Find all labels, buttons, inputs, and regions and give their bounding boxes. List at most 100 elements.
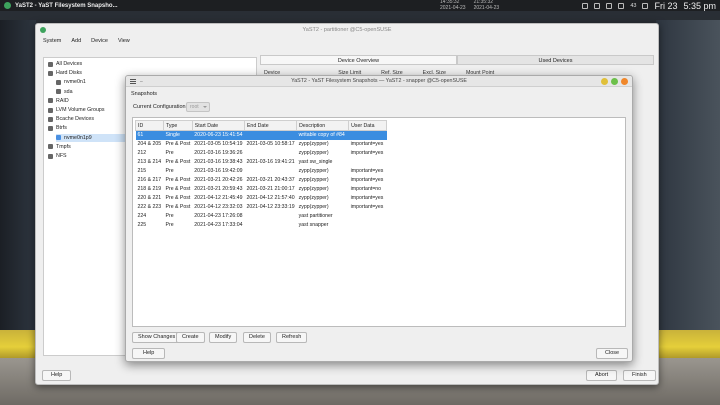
table-row[interactable]: 61 Single 2020-06-23 15:41:54 writable copy… (135, 130, 387, 140)
tree-item-label: nvme0n1 (64, 79, 86, 86)
column-user-data[interactable]: User Data (348, 120, 388, 131)
table-row[interactable]: 218 & 219 Pre & Post 2021-03-21 20:59:43 20… (136, 185, 387, 194)
network-icon[interactable] (606, 2, 613, 9)
cell-id: 224 (137, 213, 147, 219)
cell-start-date: 2021-03-16 19:42:09 (194, 168, 243, 174)
column-start-date[interactable]: Start Date (191, 120, 245, 131)
chevron-down-icon (203, 106, 207, 108)
category-icon (48, 125, 53, 131)
volume-icon[interactable] (618, 2, 625, 9)
cell-type: Pre & Post (165, 141, 191, 147)
cell-user-data (349, 158, 387, 167)
tree-item-label: All Devices (56, 61, 83, 67)
finish-button[interactable]: Finish (623, 370, 656, 381)
category-icon (48, 107, 53, 113)
tab-device-overview[interactable]: Device Overview (260, 55, 457, 65)
config-select[interactable]: root (186, 102, 210, 112)
clipboard-icon[interactable] (594, 2, 601, 9)
pin-icon[interactable]: – (140, 77, 143, 88)
table-row[interactable]: 212 Pre 2021-03-16 19:36:26 zypp(zypper) imp… (136, 149, 387, 158)
cell-description: zypp(zypper) (298, 177, 329, 183)
cell-id: 225 (137, 222, 147, 228)
cell-start-date: 2021-03-16 19:38:43 (194, 159, 243, 165)
clock-date: 2021-04-23 (473, 4, 500, 11)
cell-user-data: important=yes (350, 195, 384, 201)
top-panel: YaST2 - YaST Filesystem Snapsho... 14:35… (0, 0, 720, 11)
modify-button[interactable]: Modify (209, 332, 238, 343)
snapshots-dialog: – YaST2 - YaST Filesystem Snapshots — Ya… (125, 75, 633, 362)
cell-description: yast sw_single (298, 159, 333, 165)
abort-button[interactable]: Abort (586, 370, 618, 381)
yast-app-icon[interactable] (4, 2, 11, 9)
snapshots-table[interactable]: ID Type Start Date End Date Description … (132, 117, 626, 327)
cell-end-date: 2021-03-21 20:43:37 (246, 177, 295, 183)
screen-icon[interactable] (582, 2, 589, 9)
cell-end-date (244, 212, 296, 221)
table-row[interactable]: 213 & 214 Pre & Post 2021-03-16 19:38:43 20… (136, 158, 387, 167)
cell-start-date: 2021-03-21 20:42:26 (194, 177, 243, 183)
system-tray: 43 Fri 23 5:35 pm (582, 0, 716, 11)
delete-button[interactable]: Delete (243, 332, 271, 343)
cell-type: Pre (165, 222, 174, 228)
cell-description: yast partitioner (298, 213, 333, 219)
cell-id: 216 & 217 (137, 177, 162, 183)
dialog-help-button[interactable]: Help (132, 348, 166, 359)
maximize-icon[interactable] (611, 78, 618, 85)
active-window-title[interactable]: YaST2 - YaST Filesystem Snapsho... (15, 3, 118, 9)
cell-type: Pre (165, 150, 174, 156)
partitioner-titlebar[interactable]: YaST2 - partitioner @C5-openSUSE (36, 24, 658, 36)
bell-icon[interactable] (642, 2, 649, 9)
device-icon (56, 135, 61, 141)
cell-end-date (244, 221, 296, 230)
snapshots-titlebar[interactable]: – YaST2 - YaST Filesystem Snapshots — Ya… (126, 76, 632, 87)
create-button[interactable]: Create (176, 332, 205, 343)
cell-start-date: 2021-03-05 10:54:19 (194, 141, 243, 147)
tree-item-label: Bcache Devices (56, 116, 94, 123)
tab-used-devices[interactable]: Used Devices (457, 55, 654, 65)
column-id[interactable]: ID (135, 120, 164, 131)
tree-item-label: Hard Disks (56, 70, 82, 77)
table-row[interactable]: 204 & 205 Pre & Post 2021-03-05 10:54:19 20… (136, 140, 387, 149)
cell-start-date: 2021-04-23 17:26:08 (194, 213, 243, 219)
tree-item[interactable]: All Devices (48, 60, 248, 68)
cell-type: Pre (165, 168, 174, 174)
table-row[interactable]: 220 & 221 Pre & Post 2021-04-12 21:45:49 20… (136, 194, 387, 203)
table-row[interactable]: 225 Pre 2021-04-23 17:33:04 yast snapper (136, 221, 387, 230)
device-icon (56, 89, 61, 95)
menu-device[interactable]: Device (91, 36, 108, 46)
help-button[interactable]: Help (42, 370, 72, 381)
device-tabs: Device Overview Used Devices (260, 55, 654, 65)
cell-description: zypp(zypper) (298, 195, 329, 201)
menu-add[interactable]: Add (71, 36, 81, 46)
table-row[interactable]: 216 & 217 Pre & Post 2021-03-21 20:42:26 20… (136, 176, 387, 185)
tree-item-label: Btrfs (56, 125, 67, 132)
close-icon[interactable] (621, 78, 628, 85)
cell-description: zypp(zypper) (298, 141, 329, 147)
menu-system[interactable]: System (43, 36, 61, 46)
column-type[interactable]: Type (163, 120, 193, 131)
refresh-button[interactable]: Refresh (276, 332, 308, 343)
cell-start-date: 2020-06-23 15:41:54 (192, 130, 245, 140)
category-icon (48, 153, 53, 159)
category-icon (48, 116, 53, 122)
cell-start-date: 2021-04-12 23:32:03 (194, 204, 243, 210)
column-end-date[interactable]: End Date (243, 120, 298, 131)
minimize-icon[interactable] (601, 78, 608, 85)
snapshots-heading: Snapshots (131, 91, 157, 97)
dialog-close-button[interactable]: Close (596, 348, 629, 359)
window-menu-icon[interactable] (130, 79, 136, 84)
tree-item-label: nvme0n1p9 (64, 134, 92, 141)
column-description[interactable]: Description (296, 120, 350, 131)
tree-item-label: sda (64, 88, 73, 95)
show-changes-button[interactable]: Show Changes (132, 332, 182, 343)
panel-time[interactable]: 5:35 pm (683, 1, 716, 11)
cell-id: 61 (135, 130, 164, 140)
table-row[interactable]: 224 Pre 2021-04-23 17:26:08 yast partitione… (136, 212, 387, 221)
yast-icon (40, 27, 46, 33)
table-row[interactable]: 215 Pre 2021-03-16 19:42:09 zypp(zypper) imp… (136, 167, 387, 176)
panel-date[interactable]: Fri 23 (654, 1, 677, 11)
table-row[interactable]: 222 & 223 Pre & Post 2021-04-12 23:32:03 20… (136, 203, 387, 212)
menu-view[interactable]: View (118, 36, 130, 46)
cell-description: zypp(zypper) (298, 150, 329, 156)
partitioner-title: YaST2 - partitioner @C5-openSUSE (302, 27, 392, 33)
